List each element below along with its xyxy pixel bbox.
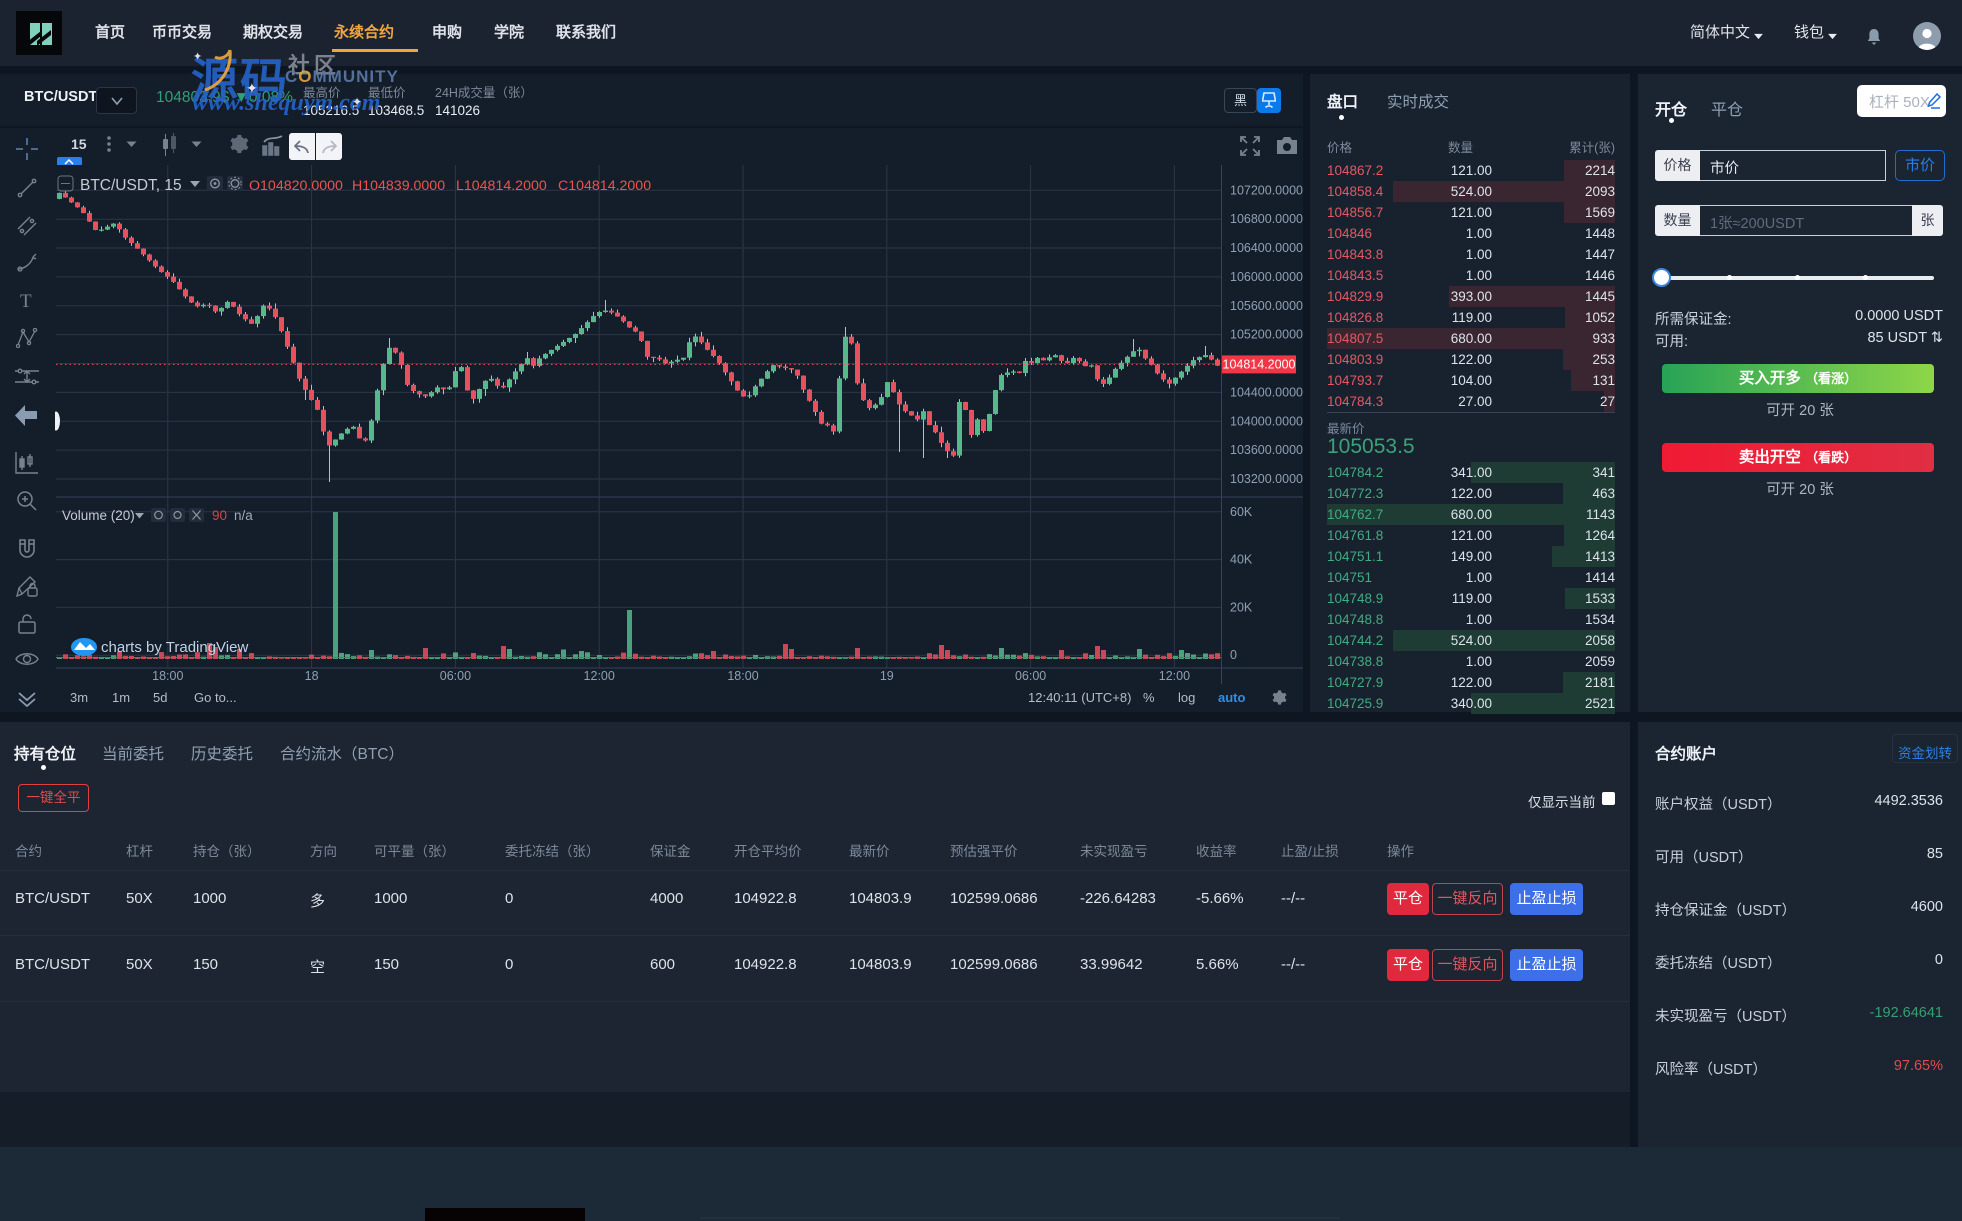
svg-text:103200.0000: 103200.0000 <box>1230 472 1303 486</box>
svg-text:18:00: 18:00 <box>727 669 758 683</box>
svg-text:18:00: 18:00 <box>152 669 183 683</box>
svg-text:12:00: 12:00 <box>584 669 615 683</box>
svg-text:06:00: 06:00 <box>1015 669 1046 683</box>
svg-text:06:00: 06:00 <box>440 669 471 683</box>
svg-text:106400.0000: 106400.0000 <box>1230 241 1303 255</box>
svg-text:C104814.2000: C104814.2000 <box>558 178 651 194</box>
svg-text:104814.2000: 104814.2000 <box>1223 357 1296 371</box>
svg-text:Volume (20): Volume (20) <box>62 508 135 523</box>
svg-text:O104820.0000: O104820.0000 <box>249 178 343 194</box>
svg-text:105200.0000: 105200.0000 <box>1230 328 1303 342</box>
svg-text:90: 90 <box>212 508 227 523</box>
svg-text:104400.0000: 104400.0000 <box>1230 385 1303 399</box>
svg-text:L104814.2000: L104814.2000 <box>456 178 547 194</box>
svg-text:H104839.0000: H104839.0000 <box>352 178 445 194</box>
svg-text:19: 19 <box>880 669 894 683</box>
svg-text:charts by TradingView: charts by TradingView <box>101 639 248 656</box>
svg-text:106000.0000: 106000.0000 <box>1230 270 1303 284</box>
svg-text:60K: 60K <box>1230 505 1253 519</box>
svg-text:n/a: n/a <box>234 508 253 523</box>
svg-text:40K: 40K <box>1230 553 1253 567</box>
svg-text:18: 18 <box>305 669 319 683</box>
svg-text:104000.0000: 104000.0000 <box>1230 414 1303 428</box>
svg-text:20K: 20K <box>1230 600 1253 614</box>
svg-text:105600.0000: 105600.0000 <box>1230 299 1303 313</box>
svg-text:BTC/USDT, 15: BTC/USDT, 15 <box>80 177 182 194</box>
svg-text:107200.0000: 107200.0000 <box>1230 183 1303 197</box>
svg-text:0: 0 <box>1230 648 1237 662</box>
svg-text:12:00: 12:00 <box>1159 669 1190 683</box>
svg-text:103600.0000: 103600.0000 <box>1230 443 1303 457</box>
svg-text:106800.0000: 106800.0000 <box>1230 212 1303 226</box>
